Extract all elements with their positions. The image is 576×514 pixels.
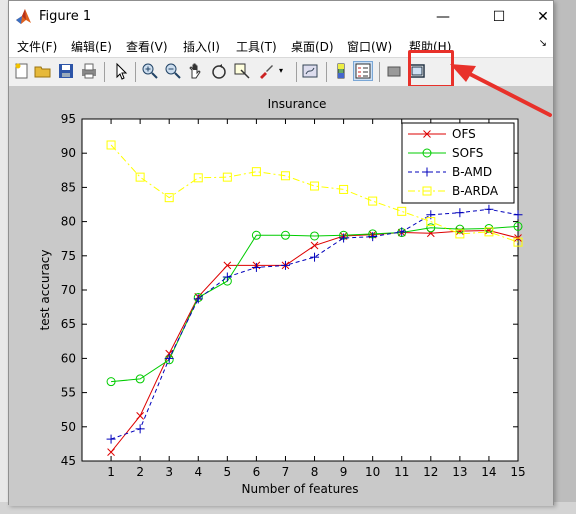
colorbar-icon[interactable] (332, 62, 350, 80)
title-bar[interactable]: Figure 1 — ☐ ✕ (9, 1, 553, 33)
x-tick-label: 5 (224, 465, 232, 479)
y-tick-label: 95 (61, 112, 76, 126)
toolbar-separator (379, 62, 380, 82)
chart-title: Insurance (268, 97, 327, 111)
background-window-edge (0, 0, 8, 514)
print-icon[interactable] (80, 62, 98, 80)
toolbar-separator (296, 62, 297, 82)
annotation-arrow (450, 64, 552, 117)
x-tick-label: 10 (365, 465, 380, 479)
zoom-in-icon[interactable] (141, 62, 159, 80)
x-tick-label: 13 (452, 465, 467, 479)
pan-icon[interactable] (187, 62, 205, 80)
menu-bar: 文件(F) 编辑(E) 查看(V) 插入(I) 工具(T) 桌面(D) 窗口(W… (9, 33, 553, 57)
y-tick-label: 80 (61, 215, 76, 229)
zoom-out-icon[interactable] (164, 62, 182, 80)
y-tick-label: 50 (61, 420, 76, 434)
menu-view[interactable]: 查看(V) (126, 38, 168, 55)
y-tick-label: 90 (61, 146, 76, 160)
x-tick-label: 12 (423, 465, 438, 479)
toolbar-separator (104, 62, 105, 82)
background-window-edge-right (552, 0, 576, 514)
menu-insert[interactable]: 插入(I) (183, 38, 220, 55)
matlab-logo-icon (16, 9, 31, 24)
hide-plot-tools-icon[interactable] (385, 62, 403, 80)
x-tick-label: 15 (510, 465, 525, 479)
x-tick-label: 3 (165, 465, 173, 479)
link-plot-icon[interactable] (301, 62, 319, 80)
legend-icon[interactable] (353, 61, 373, 81)
y-tick-label: 45 (61, 454, 76, 468)
figure-canvas: Insurance 1 2 3 4 5 6 7 8 9 10 11 12 13 14 15 45 50 55 60 6… (9, 86, 553, 506)
y-tick-label: 70 (61, 283, 76, 297)
menu-edit[interactable]: 编辑(E) (71, 38, 112, 55)
rotate-3d-icon[interactable] (210, 62, 228, 80)
legend-label: SOFS (452, 146, 483, 160)
window-title: Figure 1 (39, 9, 92, 24)
legend-label: OFS (452, 127, 476, 141)
x-tick-label: 8 (311, 465, 319, 479)
toolbar-separator (326, 62, 327, 82)
brush-dropdown-icon[interactable]: ▾ (279, 62, 289, 80)
legend-label: B-AMD (452, 165, 492, 179)
x-axis-label: Number of features (242, 482, 359, 496)
y-tick-label: 55 (61, 386, 76, 400)
new-figure-icon[interactable] (13, 62, 31, 80)
menu-tools[interactable]: 工具(T) (236, 38, 277, 55)
maximize-button[interactable]: ☐ (477, 1, 521, 33)
y-tick-label: 65 (61, 317, 76, 331)
y-tick-label: 85 (61, 180, 76, 194)
dock-figure-icon[interactable]: ↘ (539, 38, 547, 49)
legend-label: B-ARDA (452, 184, 499, 198)
y-axis-label: test accuracy (38, 250, 52, 331)
brush-icon[interactable] (257, 62, 275, 80)
y-tick-label: 75 (61, 249, 76, 263)
x-tick-label: 7 (282, 465, 290, 479)
y-tick-label: 60 (61, 351, 76, 365)
menu-window[interactable]: 窗口(W) (347, 38, 392, 55)
pointer-icon[interactable] (112, 62, 130, 80)
x-tick-label: 14 (481, 465, 496, 479)
x-tick-label: 2 (136, 465, 144, 479)
line-chart: Insurance 1 2 3 4 5 6 7 8 9 10 11 12 13 14 15455055606… (38, 97, 526, 496)
save-icon[interactable] (57, 62, 75, 80)
close-button[interactable]: ✕ (521, 1, 565, 33)
minimize-button[interactable]: — (421, 1, 465, 33)
data-cursor-icon[interactable] (233, 62, 251, 80)
x-tick-label: 4 (194, 465, 202, 479)
x-tick-label: 11 (394, 465, 409, 479)
menu-file[interactable]: 文件(F) (17, 38, 57, 55)
open-file-icon[interactable] (34, 62, 52, 80)
x-tick-label: 6 (253, 465, 261, 479)
menu-desktop[interactable]: 桌面(D) (291, 38, 334, 55)
x-tick-label: 1 (107, 465, 115, 479)
x-tick-label: 9 (340, 465, 348, 479)
toolbar-separator (135, 62, 136, 82)
